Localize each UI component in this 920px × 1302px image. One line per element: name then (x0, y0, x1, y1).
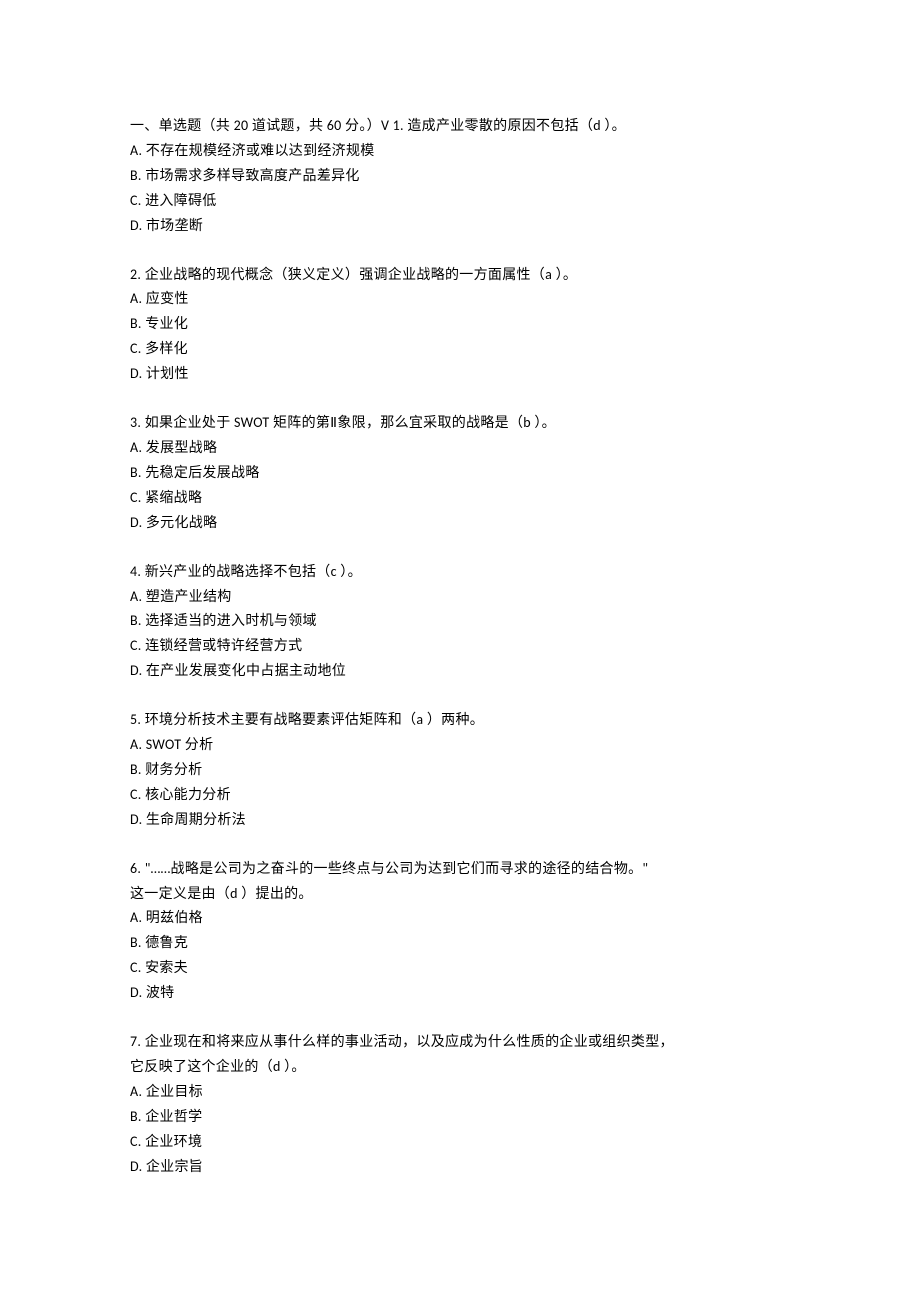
option-a: A. SWOT 分析 (130, 733, 790, 758)
option-b: B. 先稳定后发展战略 (130, 461, 790, 486)
option-c: C. 企业环境 (130, 1130, 790, 1155)
question-stem-line2: 这一定义是由（d ）提出的。 (130, 882, 790, 907)
option-d: D. 生命周期分析法 (130, 808, 790, 833)
option-d: D. 计划性 (130, 362, 790, 387)
question-stem-line1: 7. 企业现在和将来应从事什么样的事业活动，以及应成为什么性质的企业或组织类型， (130, 1030, 790, 1055)
question-stem-line2: 它反映了这个企业的（d ）。 (130, 1055, 790, 1080)
option-c: C. 进入障碍低 (130, 189, 790, 214)
option-a: A. 发展型战略 (130, 436, 790, 461)
question-6: 6. "……战略是公司为之奋斗的一些终点与公司为达到它们而寻求的途径的结合物。"… (130, 857, 790, 1006)
question-stem: 5. 环境分析技术主要有战略要素评估矩阵和（a ）两种。 (130, 708, 790, 733)
option-a: A. 应变性 (130, 287, 790, 312)
question-stem: 4. 新兴产业的战略选择不包括（c ）。 (130, 560, 790, 585)
option-c: C. 连锁经营或特许经营方式 (130, 634, 790, 659)
option-b: B. 财务分析 (130, 758, 790, 783)
question-stem: 2. 企业战略的现代概念（狭义定义）强调企业战略的一方面属性（a ）。 (130, 263, 790, 288)
option-b: B. 企业哲学 (130, 1105, 790, 1130)
option-a: A. 塑造产业结构 (130, 585, 790, 610)
option-d: D. 波特 (130, 981, 790, 1006)
question-stem-line1: 6. "……战略是公司为之奋斗的一些终点与公司为达到它们而寻求的途径的结合物。" (130, 857, 790, 882)
option-b: B. 专业化 (130, 312, 790, 337)
option-a: A. 明兹伯格 (130, 906, 790, 931)
option-d: D. 多元化战略 (130, 511, 790, 536)
option-b: B. 市场需求多样导致高度产品差异化 (130, 164, 790, 189)
question-5: 5. 环境分析技术主要有战略要素评估矩阵和（a ）两种。 A. SWOT 分析 … (130, 708, 790, 833)
option-d: D. 市场垄断 (130, 214, 790, 239)
option-a: A. 企业目标 (130, 1080, 790, 1105)
question-stem: 3. 如果企业处于 SWOT 矩阵的第Ⅱ象限，那么宜采取的战略是（b ）。 (130, 411, 790, 436)
question-3: 3. 如果企业处于 SWOT 矩阵的第Ⅱ象限，那么宜采取的战略是（b ）。 A.… (130, 411, 790, 536)
option-d: D. 在产业发展变化中占据主动地位 (130, 659, 790, 684)
option-c: C. 多样化 (130, 337, 790, 362)
option-d: D. 企业宗旨 (130, 1155, 790, 1180)
option-a: A. 不存在规模经济或难以达到经济规模 (130, 139, 790, 164)
question-4: 4. 新兴产业的战略选择不包括（c ）。 A. 塑造产业结构 B. 选择适当的进… (130, 560, 790, 685)
option-b: B. 选择适当的进入时机与领域 (130, 609, 790, 634)
option-c: C. 紧缩战略 (130, 486, 790, 511)
section-header: 一、单选题（共 20 道试题，共 60 分。）V 1. 造成产业零散的原因不包括… (130, 114, 790, 139)
question-2: 2. 企业战略的现代概念（狭义定义）强调企业战略的一方面属性（a ）。 A. 应… (130, 263, 790, 388)
document-page: 一、单选题（共 20 道试题，共 60 分。）V 1. 造成产业零散的原因不包括… (0, 0, 920, 1240)
option-c: C. 核心能力分析 (130, 783, 790, 808)
question-7: 7. 企业现在和将来应从事什么样的事业活动，以及应成为什么性质的企业或组织类型，… (130, 1030, 790, 1179)
option-c: C. 安索夫 (130, 956, 790, 981)
option-b: B. 德鲁克 (130, 931, 790, 956)
question-1: 一、单选题（共 20 道试题，共 60 分。）V 1. 造成产业零散的原因不包括… (130, 114, 790, 239)
